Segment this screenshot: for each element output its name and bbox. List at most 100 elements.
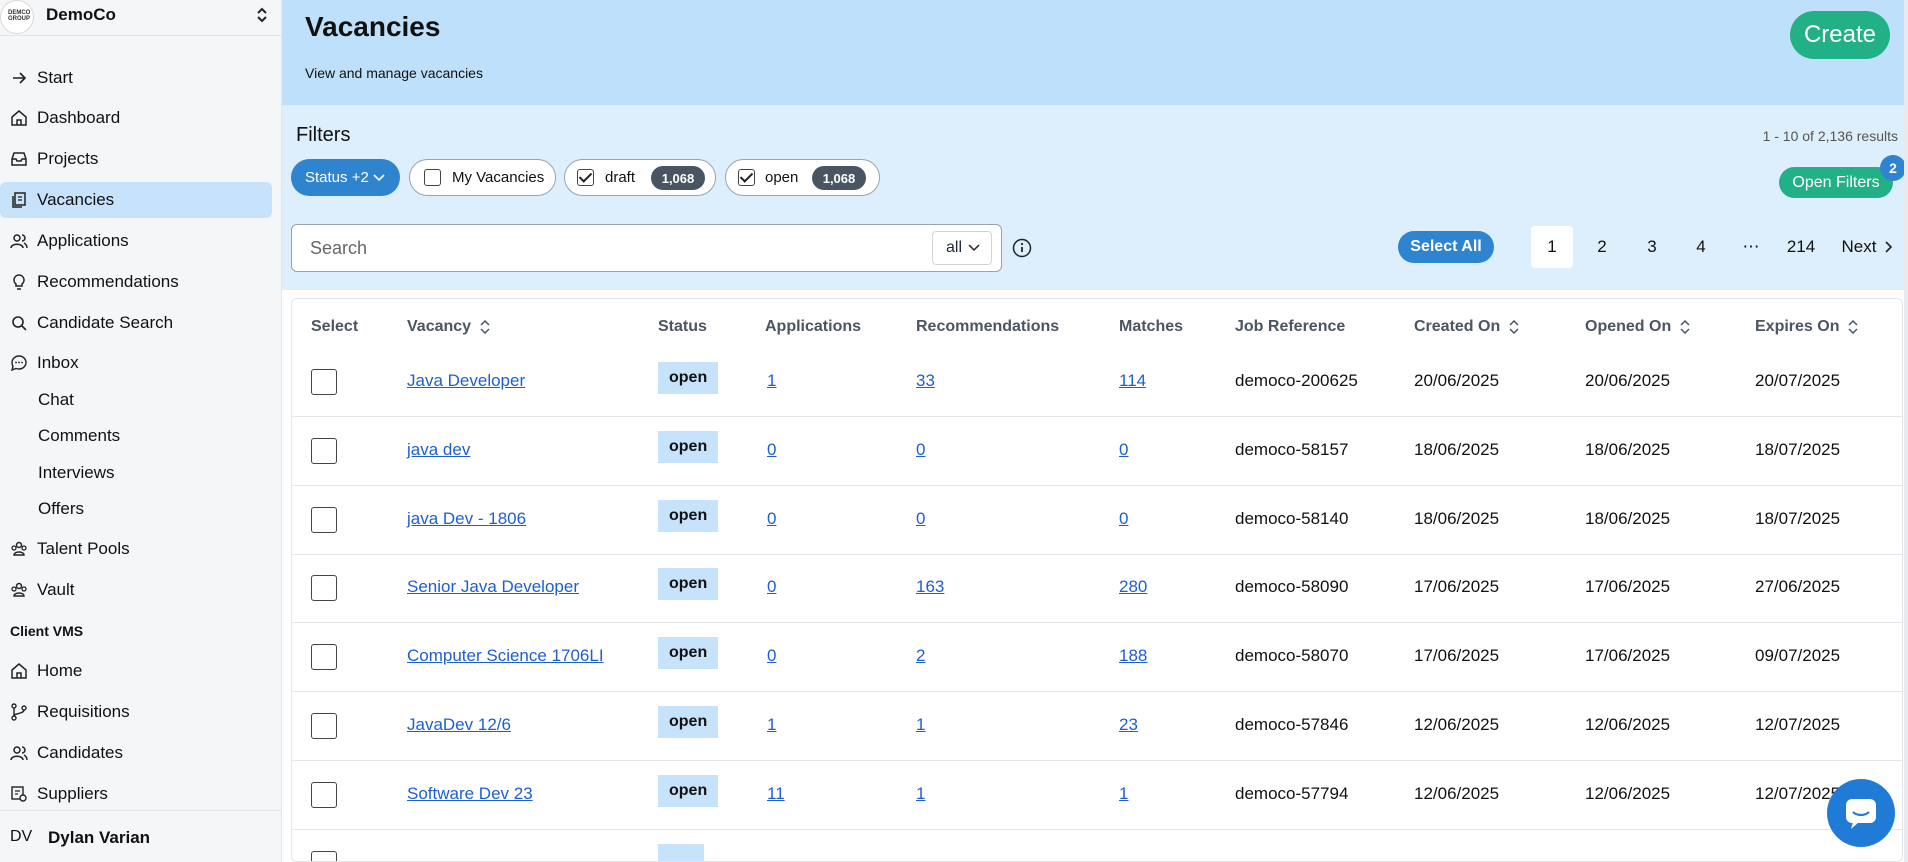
created-on: 17/06/2025 xyxy=(1414,577,1500,596)
matches-link[interactable]: 23 xyxy=(1119,715,1138,735)
sidebar-item-inbox[interactable]: Inbox xyxy=(0,345,272,381)
col-header-vacancy[interactable]: Vacancy xyxy=(407,318,491,336)
sidebar-item-start[interactable]: Start xyxy=(0,60,272,96)
row-checkbox[interactable] xyxy=(311,575,337,601)
sidebar-item-projects[interactable]: Projects xyxy=(0,141,272,177)
vacancy-link[interactable]: java Dev - 1806 xyxy=(407,509,526,529)
matches-link[interactable]: 188 xyxy=(1119,646,1147,666)
sidebar-item-requisitions[interactable]: Requisitions xyxy=(0,694,272,730)
open-chip[interactable]: open 1,068 xyxy=(725,159,880,196)
recommendations-link[interactable]: 0 xyxy=(916,440,925,460)
vacancy-link[interactable]: Senior Java Developer xyxy=(407,577,579,597)
row-checkbox[interactable] xyxy=(311,507,337,533)
matches-link[interactable]: 0 xyxy=(1119,440,1128,460)
matches-link[interactable]: 114 xyxy=(1119,371,1146,391)
open-count-badge: 1,068 xyxy=(812,166,866,190)
home-icon xyxy=(11,663,27,679)
row-checkbox[interactable] xyxy=(311,438,337,464)
sidebar-item-recommendations[interactable]: Recommendations xyxy=(0,264,272,300)
matches-link[interactable]: 1 xyxy=(1119,784,1128,804)
applications-link[interactable]: 1 xyxy=(767,715,776,735)
my-vacancies-chip[interactable]: My Vacancies xyxy=(409,159,556,196)
search-input[interactable] xyxy=(302,233,902,263)
org-logo-text: DEMCO GROUP xyxy=(8,10,31,22)
info-icon[interactable] xyxy=(1012,238,1032,258)
applications-link[interactable]: 0 xyxy=(767,509,776,529)
status-badge: open xyxy=(658,775,719,807)
sidebar-item-vacancies[interactable]: Vacancies xyxy=(0,182,272,218)
applications-link[interactable]: 0 xyxy=(767,646,776,666)
chat-widget-button[interactable] xyxy=(1827,779,1895,847)
matches-link[interactable]: 0 xyxy=(1119,509,1128,529)
col-header-applications: Applications xyxy=(765,318,862,335)
draft-chip[interactable]: draft 1,068 xyxy=(564,159,716,196)
recommendations-link[interactable]: 0 xyxy=(916,509,925,529)
vacancy-link[interactable]: Computer Science 1706LI xyxy=(407,646,604,666)
sidebar-item-candidate-search[interactable]: Candidate Search xyxy=(0,305,272,341)
sidebar-subitem-comments[interactable]: Comments xyxy=(38,426,120,446)
table-row: Computer Science 1706LI open 0 2 188 democo-5… xyxy=(292,623,1902,692)
col-header-expires-on[interactable]: Expires On xyxy=(1755,318,1859,336)
user-menu[interactable]: DV Dylan Varian xyxy=(0,810,282,862)
sidebar-item-applications[interactable]: Applications xyxy=(0,223,272,259)
page-button-3[interactable]: 3 xyxy=(1631,226,1673,268)
row-checkbox[interactable] xyxy=(311,713,337,739)
page-button-1[interactable]: 1 xyxy=(1531,226,1573,268)
chevron-updown-icon[interactable] xyxy=(255,5,269,25)
row-checkbox[interactable] xyxy=(311,851,337,861)
next-page-button[interactable]: Next xyxy=(1835,226,1901,268)
col-header-created-on[interactable]: Created On xyxy=(1414,318,1520,336)
search-scope-select[interactable]: all xyxy=(932,231,992,265)
sort-icon xyxy=(1680,320,1690,334)
recommendations-link[interactable]: 2 xyxy=(916,646,925,666)
my-vacancies-checkbox[interactable] xyxy=(424,169,441,186)
create-button[interactable]: Create xyxy=(1790,11,1890,59)
app-root: DEMCO GROUP DemoCo Start Dashboard Proje… xyxy=(0,0,1908,862)
open-checkbox[interactable] xyxy=(738,169,755,186)
recommendations-link[interactable]: 1 xyxy=(916,784,925,804)
sidebar-item-talent-pools[interactable]: Talent Pools xyxy=(0,531,272,567)
org-switcher[interactable]: DEMCO GROUP DemoCo xyxy=(0,0,282,36)
sidebar-item-home[interactable]: Home xyxy=(0,653,272,689)
page-button-last[interactable]: 214 xyxy=(1776,226,1826,268)
row-checkbox[interactable] xyxy=(311,782,337,808)
sidebar-item-label: Vault xyxy=(37,580,75,599)
recommendations-link[interactable]: 33 xyxy=(916,371,935,391)
applications-link[interactable]: 11 xyxy=(767,784,785,804)
vacancy-link[interactable]: java dev xyxy=(407,440,470,460)
row-checkbox[interactable] xyxy=(311,644,337,670)
vacancy-link[interactable]: Java Developer xyxy=(407,371,525,391)
row-checkbox[interactable] xyxy=(311,369,337,395)
table-row: Software Dev 23 open 11 1 1 democo-57794 12/06… xyxy=(292,761,1902,830)
status-filter-chip[interactable]: Status +2 xyxy=(291,159,400,196)
sidebar-item-vault[interactable]: Vault xyxy=(0,572,272,608)
expires-on: 18/07/2025 xyxy=(1755,440,1841,459)
sort-icon xyxy=(1848,320,1859,334)
sidebar-item-label: Candidate Search xyxy=(37,313,174,332)
sidebar-subitem-interviews[interactable]: Interviews xyxy=(38,463,115,483)
sidebar-item-suppliers[interactable]: Suppliers xyxy=(0,776,272,812)
vacancy-link[interactable]: JavaDev 12/6 xyxy=(407,715,511,735)
applications-link[interactable]: 1 xyxy=(767,371,776,391)
applications-link[interactable]: 0 xyxy=(767,577,776,597)
sidebar-item-dashboard[interactable]: Dashboard xyxy=(0,100,272,136)
sidebar-subitem-chat[interactable]: Chat xyxy=(38,390,74,410)
sidebar-subitem-offers[interactable]: Offers xyxy=(38,499,84,519)
scrollbar[interactable] xyxy=(1904,0,1908,862)
recommendations-link[interactable]: 1 xyxy=(916,715,925,735)
vacancies-table: Select Vacancy Status Applications Recom… xyxy=(291,298,1903,862)
matches-link[interactable]: 280 xyxy=(1119,577,1147,597)
users-icon xyxy=(10,746,28,761)
vacancy-link[interactable]: Software Dev 23 xyxy=(407,784,533,804)
page-button-4[interactable]: 4 xyxy=(1680,226,1722,268)
sidebar-item-candidates[interactable]: Candidates xyxy=(0,735,272,771)
applications-link[interactable]: 0 xyxy=(767,440,776,460)
draft-checkbox[interactable] xyxy=(577,169,594,186)
draft-count-badge: 1,068 xyxy=(651,166,705,190)
col-header-opened-on[interactable]: Opened On xyxy=(1585,318,1691,336)
select-all-button[interactable]: Select All xyxy=(1398,231,1494,263)
recommendations-link[interactable]: 163 xyxy=(916,577,944,597)
page-button-2[interactable]: 2 xyxy=(1581,226,1623,268)
open-filters-button[interactable]: Open Filters xyxy=(1779,167,1893,198)
search-icon xyxy=(12,316,27,331)
